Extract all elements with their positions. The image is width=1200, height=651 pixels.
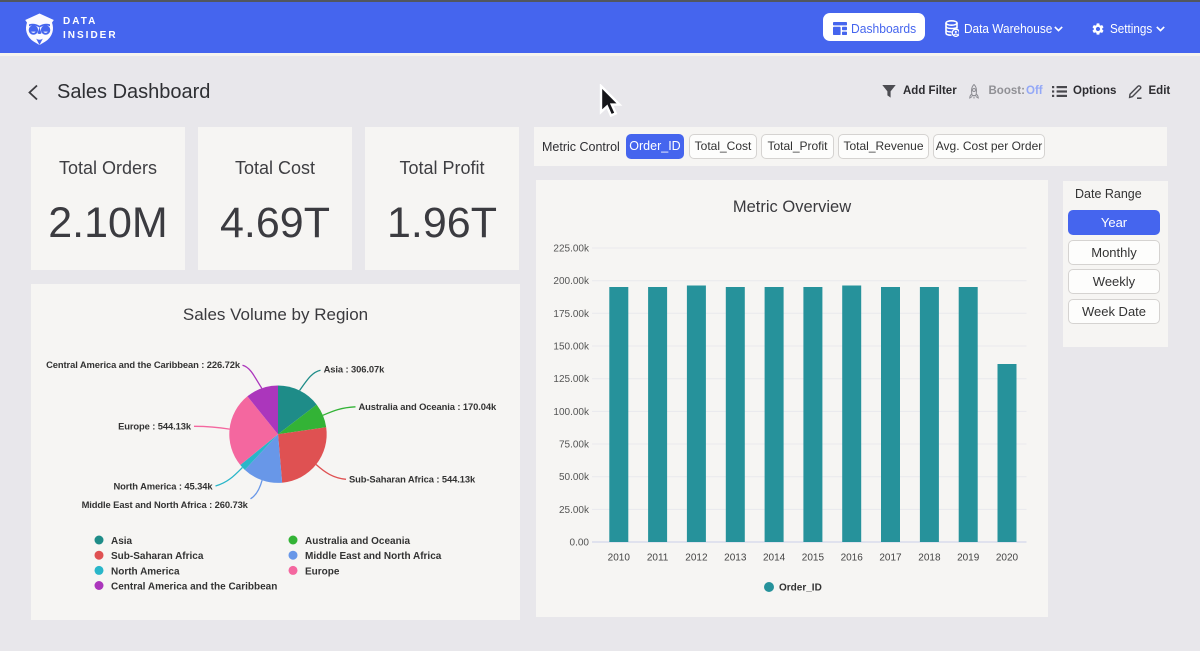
svg-text:75.00k: 75.00k: [559, 440, 590, 451]
svg-text:2015: 2015: [802, 553, 825, 564]
svg-text:Sub-Saharan Africa: Sub-Saharan Africa: [111, 551, 204, 562]
svg-text:Europe : 544.13k: Europe : 544.13k: [118, 421, 192, 432]
svg-text:Central America and the Caribb: Central America and the Caribbean : 226.…: [46, 359, 241, 370]
svg-text:Asia : 306.07k: Asia : 306.07k: [324, 364, 386, 375]
svg-text:2020: 2020: [996, 553, 1019, 564]
svg-text:25.00k: 25.00k: [559, 505, 590, 516]
svg-text:0.00: 0.00: [570, 538, 590, 549]
svg-text:100.00k: 100.00k: [553, 407, 590, 418]
svg-text:2016: 2016: [841, 553, 864, 564]
svg-text:Australia and Oceania: Australia and Oceania: [305, 536, 410, 547]
svg-text:2010: 2010: [608, 553, 631, 564]
svg-text:175.00k: 175.00k: [553, 309, 590, 320]
svg-text:Middle East and North Africa :: Middle East and North Africa : 260.73k: [82, 499, 249, 510]
svg-text:50.00k: 50.00k: [559, 472, 590, 483]
svg-text:Order_ID: Order_ID: [779, 583, 822, 594]
svg-text:225.00k: 225.00k: [553, 244, 590, 255]
svg-text:North America: North America: [111, 566, 180, 577]
svg-text:2019: 2019: [957, 553, 980, 564]
svg-text:2017: 2017: [879, 553, 902, 564]
svg-text:150.00k: 150.00k: [553, 342, 590, 353]
svg-text:2013: 2013: [724, 553, 747, 564]
svg-text:200.00k: 200.00k: [553, 276, 590, 287]
svg-text:Central America and the Caribb: Central America and the Caribbean: [111, 582, 277, 593]
svg-text:2011: 2011: [647, 553, 669, 564]
svg-text:Europe: Europe: [305, 566, 340, 577]
svg-text:2014: 2014: [763, 553, 786, 564]
svg-text:2018: 2018: [918, 553, 941, 564]
svg-text:Asia: Asia: [111, 536, 133, 547]
svg-text:125.00k: 125.00k: [553, 374, 590, 385]
svg-text:Australia and Oceania : 170.04: Australia and Oceania : 170.04k: [359, 401, 497, 412]
svg-text:2012: 2012: [685, 553, 708, 564]
svg-text:Middle East and North Africa: Middle East and North Africa: [305, 551, 442, 562]
svg-text:Sub-Saharan Africa : 544.13k: Sub-Saharan Africa : 544.13k: [349, 474, 476, 485]
svg-text:North America : 45.34k: North America : 45.34k: [113, 481, 213, 492]
